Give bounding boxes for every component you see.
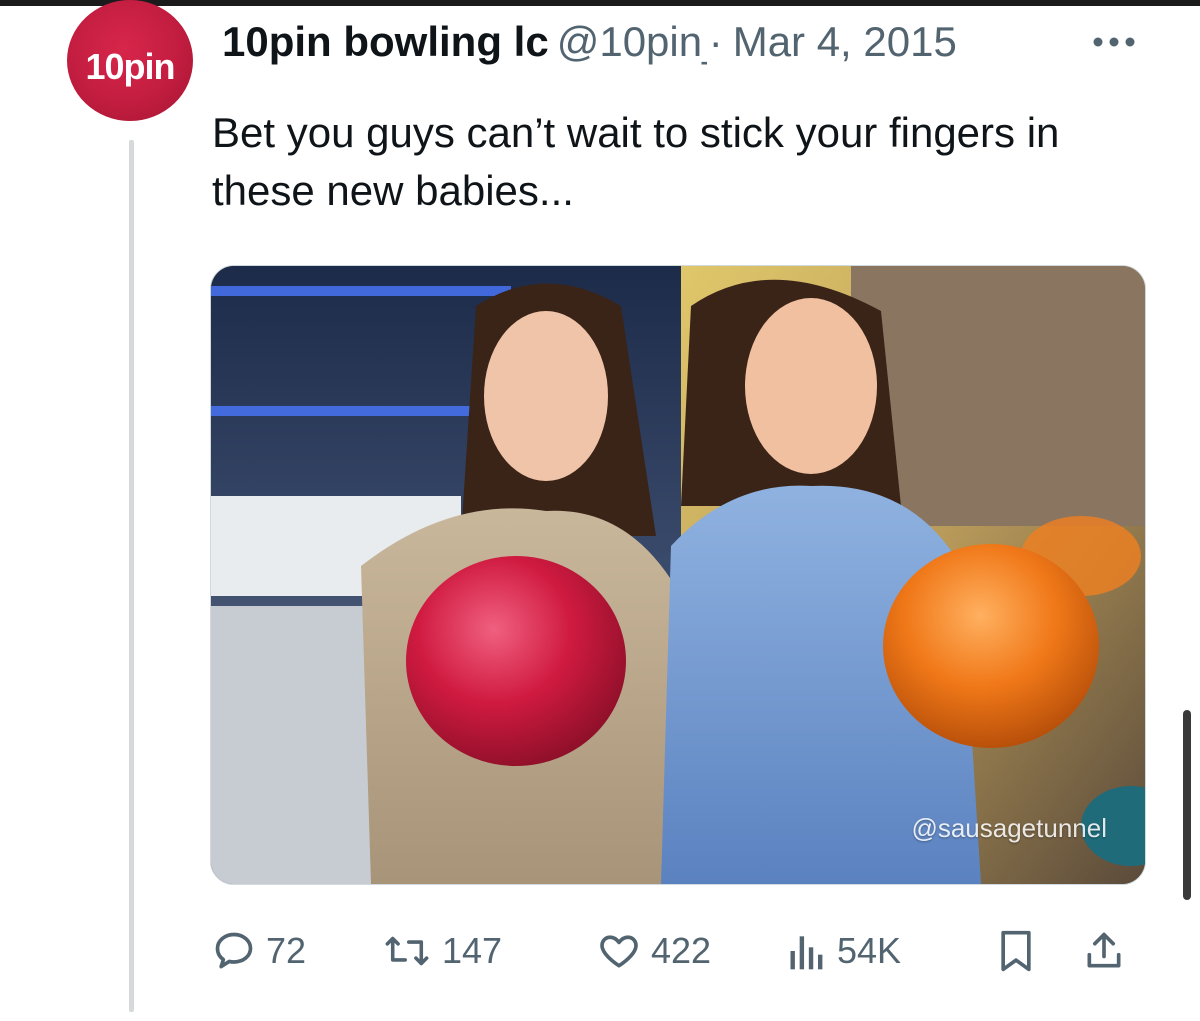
media-watermark: @sausagetunnel bbox=[911, 813, 1107, 843]
user-handle[interactable]: @10pin_ bbox=[557, 18, 707, 66]
separator-dot: · bbox=[708, 18, 723, 65]
share-button[interactable] bbox=[1082, 925, 1126, 977]
repost-button[interactable]: 147 bbox=[382, 925, 502, 977]
views-button[interactable]: 54K bbox=[787, 925, 901, 977]
more-icon bbox=[1093, 37, 1135, 47]
bowling-photo bbox=[211, 266, 1145, 884]
share-icon bbox=[1087, 932, 1121, 968]
thread-line bbox=[129, 140, 134, 1012]
tweet-text: Bet you guys can’t wait to stick your fi… bbox=[212, 109, 1060, 214]
reply-count: 72 bbox=[266, 930, 307, 971]
more-options-button[interactable] bbox=[1084, 20, 1144, 64]
scrollbar[interactable] bbox=[1183, 710, 1191, 900]
like-icon bbox=[600, 935, 638, 968]
like-count: 422 bbox=[651, 930, 712, 971]
like-button[interactable]: 422 bbox=[597, 925, 711, 977]
repost-count: 147 bbox=[442, 930, 503, 971]
views-icon bbox=[790, 936, 823, 970]
repost-icon bbox=[385, 936, 429, 966]
tweet-actions: 72 147 422 54K bbox=[212, 925, 1152, 977]
avatar-logo-text: 10pin bbox=[85, 45, 175, 87]
bookmark-button[interactable] bbox=[997, 925, 1035, 977]
bookmark-icon bbox=[1001, 930, 1031, 972]
top-rule bbox=[0, 0, 1200, 6]
views-count: 54K bbox=[837, 930, 902, 971]
tweet-date[interactable]: Mar 4, 2015 bbox=[733, 18, 957, 66]
reply-icon bbox=[215, 932, 253, 969]
tweet-header: 10pin bowling lc @10pin_ · Mar 4, 2015 bbox=[222, 16, 1142, 68]
tweet-media-image[interactable]: @sausagetunnel bbox=[210, 265, 1146, 885]
avatar[interactable]: 10pin bbox=[67, 0, 193, 121]
display-name[interactable]: 10pin bowling lc bbox=[222, 18, 549, 66]
reply-button[interactable]: 72 bbox=[212, 925, 306, 977]
